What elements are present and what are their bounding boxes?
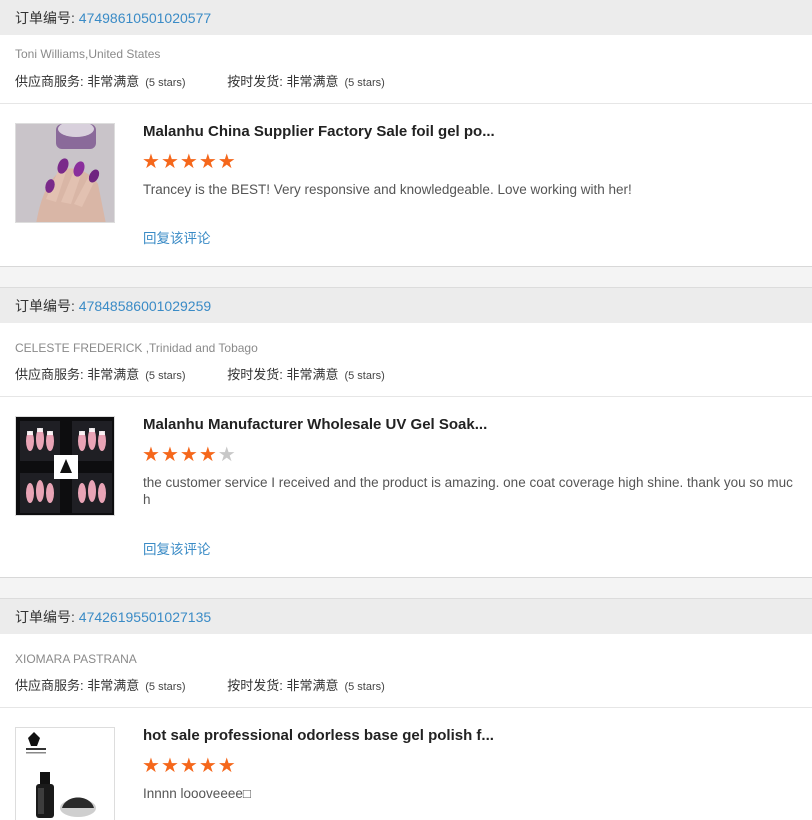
delivery-value: 非常满意 [286,367,339,382]
delivery-label: 按时发货: [227,367,287,382]
star-icon: ★ [160,444,180,466]
star-icon: ★ [217,151,237,173]
supplier-service-label: 供应商服务: [15,678,88,693]
product-thumbnail[interactable] [15,416,115,516]
delivery-label: 按时发货: [227,678,287,693]
rating-stars: ★★★★★ [142,756,237,776]
order-label: 订单编号: [15,298,79,314]
buyer-name: CELESTE FREDERICK ,Trinidad and Tobago [15,341,258,355]
product-thumbnail[interactable] [15,727,115,820]
card-gap [0,578,812,598]
star-icon: ★ [142,151,161,173]
product-title[interactable]: Malanhu China Supplier Factory Sale foil… [143,123,495,140]
rating-stars: ★★★★★ [142,152,237,172]
order-label: 订单编号: [15,10,79,26]
star-icon: ★ [160,755,180,777]
star-icon: ★ [217,755,237,777]
divider [0,396,812,397]
star-icon: ★ [179,755,199,777]
product-title[interactable]: Malanhu Manufacturer Wholesale UV Gel So… [143,416,487,433]
order-bar: 订单编号: 47498610501020577 [0,0,812,35]
gel-nails-collage-image [16,417,114,515]
divider [0,103,812,104]
delivery-label: 按时发货: [227,74,287,89]
service-ratings: 供应商服务: 非常满意 (5 stars) 按时发货: 非常满意 (5 stars) [15,675,385,694]
supplier-service-label: 供应商服务: [15,74,88,89]
supplier-service-stars: (5 stars) [145,370,186,382]
review-comment: Innnn loooveeee□ [143,786,251,801]
supplier-service-value: 非常满意 [87,678,140,693]
supplier-service-value: 非常满意 [87,367,140,382]
order-bar: 订单编号: 47848586001029259 [0,287,812,323]
service-ratings: 供应商服务: 非常满意 (5 stars) 按时发货: 非常满意 (5 stars) [15,71,385,90]
order-bar: 订单编号: 47426195501027135 [0,598,812,634]
order-number[interactable]: 47498610501020577 [79,10,211,26]
order-number[interactable]: 47848586001029259 [79,298,211,314]
product-title[interactable]: hot sale professional odorless base gel … [143,727,494,744]
reply-link[interactable]: 回复该评论 [143,538,211,558]
order-label: 订单编号: [15,609,79,625]
service-ratings: 供应商服务: 非常满意 (5 stars) 按时发货: 非常满意 (5 stars) [15,364,385,383]
star-icon: ★ [142,444,161,466]
star-icon: ★ [160,151,180,173]
supplier-service-label: 供应商服务: [15,367,88,382]
delivery-value: 非常满意 [286,678,339,693]
reply-link[interactable]: 回复该评论 [143,227,211,247]
card-gap [0,267,812,287]
star-icon: ★ [198,151,218,173]
supplier-service-value: 非常满意 [87,74,140,89]
delivery-stars: (5 stars) [344,370,385,382]
divider [0,707,812,708]
delivery-value: 非常满意 [286,74,339,89]
supplier-service-stars: (5 stars) [145,681,186,693]
review-comment: the customer service I received and the … [143,475,793,507]
star-empty-icon: ★ [217,444,237,466]
star-icon: ★ [198,444,218,466]
star-icon: ★ [179,151,199,173]
delivery-stars: (5 stars) [344,77,385,89]
delivery-stars: (5 stars) [344,681,385,693]
star-icon: ★ [198,755,218,777]
order-number[interactable]: 47426195501027135 [79,609,211,625]
rating-stars: ★★★★★ [142,445,237,465]
star-icon: ★ [179,444,199,466]
nail-polish-hand-image [16,124,114,222]
star-icon: ★ [142,755,161,777]
review-comment: Trancey is the BEST! Very responsive and… [143,182,632,197]
supplier-service-stars: (5 stars) [145,77,186,89]
gel-polish-bottle-image [16,728,114,820]
product-thumbnail[interactable] [15,123,115,223]
buyer-name: Toni Williams,United States [15,47,161,61]
buyer-name: XIOMARA PASTRANA [15,652,137,666]
